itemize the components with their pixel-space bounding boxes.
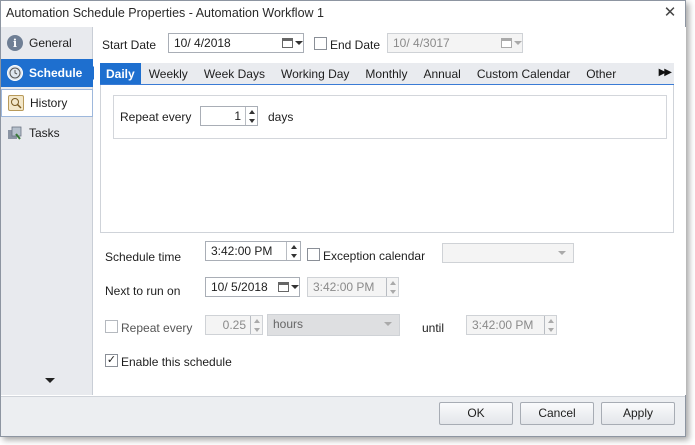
exception-calendar-label: Exception calendar [323, 249, 426, 263]
sidebar-item-history[interactable]: History [1, 89, 93, 117]
tab-week-days[interactable]: Week Days [196, 63, 273, 84]
exception-calendar-checkbox[interactable] [307, 248, 320, 261]
until-time-value: 3:42:00 PM [472, 318, 534, 332]
dialog-window: Automation Schedule Properties - Automat… [0, 0, 686, 437]
tab-weekly[interactable]: Weekly [141, 63, 196, 84]
calendar-icon [500, 38, 512, 48]
enable-schedule-checkbox[interactable]: ✓ [105, 354, 118, 367]
repeat-interval-stepper[interactable]: 0.25 [205, 315, 263, 335]
repeat-unit-value: hours [273, 317, 304, 331]
end-date-label: End Date [330, 38, 381, 52]
spin-down-icon [253, 327, 260, 332]
calendar-dropdown-button[interactable] [281, 34, 303, 52]
sidebar-item-label: Tasks [29, 126, 60, 140]
daily-unit-label: days [268, 110, 294, 124]
sidebar-item-schedule[interactable]: Schedule [1, 59, 100, 87]
chevron-down-icon [384, 322, 392, 326]
clock-icon [7, 65, 23, 81]
tab-monthly[interactable]: Monthly [357, 63, 415, 84]
tab-annual[interactable]: Annual [415, 63, 468, 84]
spin-up-icon [547, 318, 554, 323]
sidebar-item-label: History [30, 96, 68, 110]
calendar-icon [281, 38, 293, 48]
spin-up-icon [248, 109, 255, 114]
tasks-icon [7, 125, 23, 141]
schedule-time-label: Schedule time [105, 250, 182, 264]
daily-tab-panel: Repeat every 1 days [100, 85, 674, 233]
tab-daily[interactable]: Daily [100, 63, 141, 84]
sidebar-item-label: General [29, 36, 72, 50]
repeat-group: Repeat every 1 days [113, 95, 667, 139]
schedule-time-value: 3:42:00 PM [211, 244, 273, 258]
chevron-down-icon [290, 285, 299, 289]
spin-down-icon [290, 253, 297, 258]
apply-button[interactable]: Apply [601, 402, 675, 425]
daily-repeat-value: 1 [234, 109, 241, 123]
exception-calendar-select[interactable] [442, 243, 574, 263]
end-date-picker[interactable]: 10/ 4/3017 [387, 33, 523, 53]
tab-scroll-right-icon[interactable]: ▶▶ [659, 67, 672, 78]
close-button[interactable]: ✕ [661, 4, 679, 22]
repeat-every-checkbox[interactable] [105, 320, 118, 333]
spin-buttons[interactable] [386, 278, 398, 296]
until-time-stepper[interactable]: 3:42:00 PM [466, 315, 557, 335]
start-date-label: Start Date [102, 38, 157, 52]
spin-up-icon [290, 244, 297, 249]
sidebar-scroll-down-icon[interactable] [45, 378, 55, 383]
spin-buttons[interactable] [286, 242, 300, 260]
chevron-down-icon [513, 41, 522, 45]
cancel-button[interactable]: Cancel [520, 402, 594, 425]
repeat-every-label: Repeat every [121, 321, 193, 335]
calendar-dropdown-button[interactable] [500, 34, 522, 52]
calendar-dropdown-button[interactable] [277, 278, 299, 296]
start-date-picker[interactable]: 10/ 4/2018 [168, 33, 304, 53]
spin-buttons[interactable] [245, 107, 257, 125]
repeat-interval-value: 0.25 [222, 318, 246, 332]
sidebar-item-tasks[interactable]: Tasks [1, 119, 93, 147]
until-label: until [422, 321, 445, 335]
next-run-label: Next to run on [105, 284, 181, 298]
next-run-time-stepper[interactable]: 3:42:00 PM [307, 277, 399, 297]
tab-working-day[interactable]: Working Day [273, 63, 357, 84]
schedule-type-tabs: Daily Weekly Week Days Working Day Month… [100, 63, 674, 85]
sidebar-item-general[interactable]: i General [1, 29, 93, 57]
title-bar: Automation Schedule Properties - Automat… [1, 1, 685, 26]
chevron-down-icon [294, 41, 303, 45]
select-dropdown-button[interactable] [551, 244, 573, 262]
dialog-footer: OK Cancel Apply [1, 396, 685, 436]
start-date-value: 10/ 4/2018 [174, 36, 231, 50]
repeat-unit-select[interactable]: hours [267, 314, 400, 336]
ok-button[interactable]: OK [439, 402, 513, 425]
spin-up-icon [389, 280, 396, 285]
tab-other[interactable]: Other [578, 63, 624, 84]
end-date-checkbox[interactable] [314, 37, 327, 50]
info-icon: i [7, 35, 23, 51]
schedule-time-stepper[interactable]: 3:42:00 PM [205, 241, 301, 261]
spin-up-icon [253, 318, 260, 323]
select-dropdown-button[interactable] [377, 315, 399, 333]
history-icon [8, 95, 24, 111]
spin-buttons[interactable] [250, 316, 262, 334]
sidebar-item-label: Schedule [29, 66, 83, 80]
tab-custom-calendar[interactable]: Custom Calendar [469, 63, 578, 84]
daily-repeat-label: Repeat every [120, 110, 192, 124]
spin-buttons[interactable] [544, 316, 556, 334]
calendar-icon [277, 282, 289, 292]
daily-repeat-stepper[interactable]: 1 [200, 106, 258, 126]
schedule-content: Start Date 10/ 4/2018 End Date 10/ 4/301… [94, 27, 686, 395]
window-title: Automation Schedule Properties - Automat… [6, 6, 324, 20]
spin-down-icon [389, 289, 396, 294]
next-run-date-picker[interactable]: 10/ 5/2018 [205, 277, 300, 297]
spin-down-icon [248, 118, 255, 123]
chevron-down-icon [558, 251, 566, 255]
next-run-date-value: 10/ 5/2018 [211, 280, 268, 294]
sidebar: i General Schedule History Tasks [1, 27, 100, 395]
spin-down-icon [547, 327, 554, 332]
next-run-time-value: 3:42:00 PM [313, 280, 375, 294]
enable-schedule-label: Enable this schedule [121, 355, 232, 369]
end-date-value: 10/ 4/3017 [393, 36, 450, 50]
